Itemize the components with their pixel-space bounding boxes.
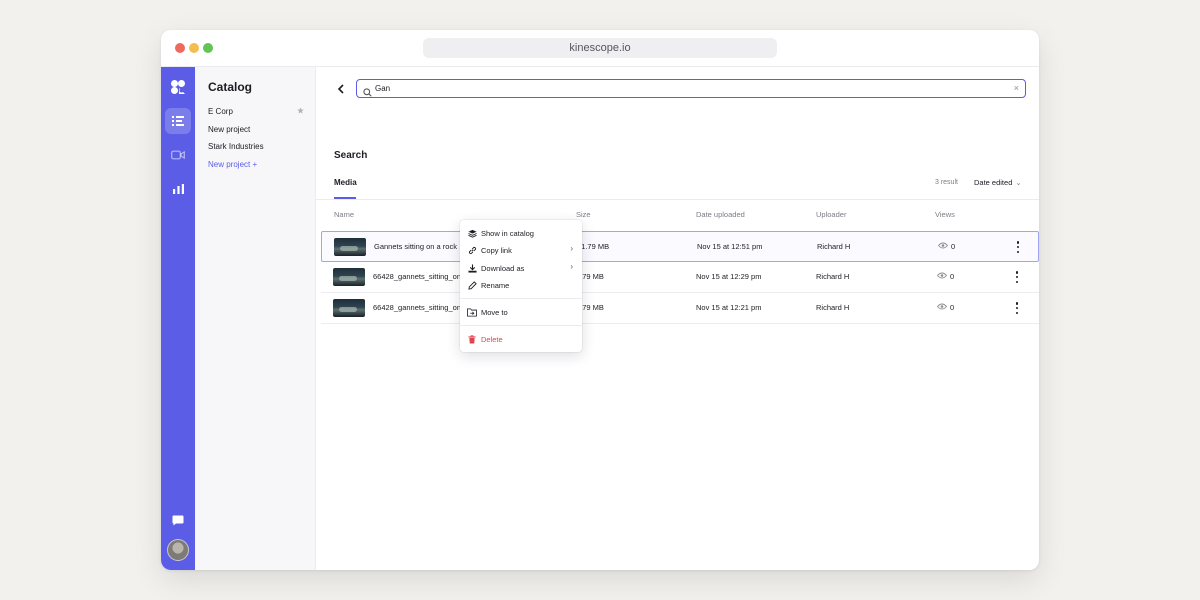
menu-item-copy-link[interactable]: Copy link › xyxy=(460,242,582,258)
row-views: 0 xyxy=(936,303,955,312)
row-more-icon[interactable] xyxy=(1014,301,1020,315)
back-arrow-icon[interactable] xyxy=(333,81,349,97)
menu-item-delete[interactable]: Delete xyxy=(460,331,582,347)
context-menu: Show in catalog Copy link › Download as … xyxy=(460,220,582,352)
chevron-down-icon: ⌄ xyxy=(1015,178,1022,187)
star-icon[interactable] xyxy=(297,107,304,116)
search-field[interactable]: × xyxy=(356,79,1026,98)
chevron-right-icon: › xyxy=(570,244,573,253)
minimize-window-button[interactable] xyxy=(189,43,199,53)
chat-icon[interactable] xyxy=(165,507,191,533)
layers-icon xyxy=(467,228,477,238)
row-date: Nov 15 at 12:51 pm xyxy=(697,242,763,251)
new-project-button[interactable]: New project + xyxy=(208,160,257,169)
catalog-item-stark-industries[interactable]: Stark Industries xyxy=(208,142,264,151)
main-content: × Search Media 3 result Date edited⌄ Nam… xyxy=(316,67,1039,570)
menu-label: Rename xyxy=(481,280,510,290)
row-date: Nov 15 at 12:21 pm xyxy=(696,303,762,312)
app-rail xyxy=(161,67,195,570)
tabs-divider xyxy=(316,199,1039,200)
views-count: 0 xyxy=(950,303,955,312)
user-avatar[interactable] xyxy=(167,539,189,561)
video-thumbnail xyxy=(334,238,366,256)
menu-label: Download as xyxy=(481,263,525,273)
browser-window: kinescope.io Catalog E Corp New project … xyxy=(161,30,1039,570)
maximize-window-button[interactable] xyxy=(203,43,213,53)
trash-icon xyxy=(467,334,477,344)
eye-icon xyxy=(936,272,948,281)
catalog-item-e-corp[interactable]: E Corp xyxy=(208,107,233,116)
eye-icon xyxy=(937,242,949,251)
menu-item-show-in-catalog[interactable]: Show in catalog xyxy=(460,225,582,241)
browser-titlebar: kinescope.io xyxy=(161,30,1039,67)
column-header-name[interactable]: Name xyxy=(334,210,354,219)
table-row[interactable]: 66428_gannets_sitting_on 1.79 MB Nov 15 … xyxy=(321,293,1039,324)
menu-item-download-as[interactable]: Download as › xyxy=(460,260,582,276)
row-uploader: Richard H xyxy=(816,303,850,312)
folder-move-icon xyxy=(467,307,477,317)
search-icon xyxy=(363,84,372,102)
url-bar[interactable]: kinescope.io xyxy=(423,38,777,58)
row-views: 0 xyxy=(937,242,956,251)
download-icon xyxy=(467,263,477,273)
row-name[interactable]: Gannets sitting on a rock xyxy=(374,242,457,251)
kinescope-logo-icon[interactable] xyxy=(165,74,191,100)
row-uploader: Richard H xyxy=(816,272,850,281)
views-count: 0 xyxy=(951,242,956,251)
search-input[interactable] xyxy=(375,81,995,96)
column-header-date[interactable]: Date uploaded xyxy=(696,210,745,219)
column-header-size[interactable]: Size xyxy=(576,210,591,219)
menu-label: Copy link xyxy=(481,245,512,255)
column-header-views[interactable]: Views xyxy=(935,210,955,219)
list-icon[interactable] xyxy=(165,108,191,134)
sort-dropdown[interactable]: Date edited ⌄ xyxy=(974,178,1022,187)
menu-label: Show in catalog xyxy=(481,228,534,238)
row-uploader: Richard H xyxy=(817,242,851,251)
menu-label: Delete xyxy=(481,334,503,344)
catalog-sidebar: Catalog E Corp New project Stark Industr… xyxy=(195,67,316,570)
table-row[interactable]: Gannets sitting on a rock 31.79 MB Nov 1… xyxy=(321,231,1039,262)
catalog-item-new-project[interactable]: New project xyxy=(208,125,250,134)
row-views: 0 xyxy=(936,272,955,281)
close-window-button[interactable] xyxy=(175,43,185,53)
menu-divider xyxy=(460,298,582,299)
row-more-icon[interactable] xyxy=(1015,240,1021,254)
pencil-icon xyxy=(467,280,477,290)
video-thumbnail xyxy=(333,268,365,286)
column-header-uploader[interactable]: Uploader xyxy=(816,210,846,219)
row-more-icon[interactable] xyxy=(1014,270,1020,284)
row-name[interactable]: 66428_gannets_sitting_on xyxy=(373,272,461,281)
menu-divider xyxy=(460,325,582,326)
catalog-title: Catalog xyxy=(208,80,253,94)
views-count: 0 xyxy=(950,272,955,281)
table-row[interactable]: 66428_gannets_sitting_on 1.79 MB Nov 15 … xyxy=(321,262,1039,293)
menu-item-move-to[interactable]: Move to xyxy=(460,304,582,320)
row-date: Nov 15 at 12:29 pm xyxy=(696,272,762,281)
sort-label: Date edited xyxy=(974,178,1013,187)
video-camera-icon[interactable] xyxy=(165,142,191,168)
clear-search-icon[interactable]: × xyxy=(1014,83,1019,94)
link-icon xyxy=(467,245,477,255)
page-title: Search xyxy=(334,150,368,161)
result-count: 3 result xyxy=(935,179,958,186)
menu-label: Move to xyxy=(481,307,508,317)
menu-item-rename[interactable]: Rename xyxy=(460,277,582,293)
video-thumbnail xyxy=(333,299,365,317)
tab-media[interactable]: Media xyxy=(334,178,357,187)
eye-icon xyxy=(936,303,948,312)
chevron-right-icon: › xyxy=(570,262,573,271)
row-name[interactable]: 66428_gannets_sitting_on xyxy=(373,303,461,312)
bar-chart-icon[interactable] xyxy=(165,176,191,202)
